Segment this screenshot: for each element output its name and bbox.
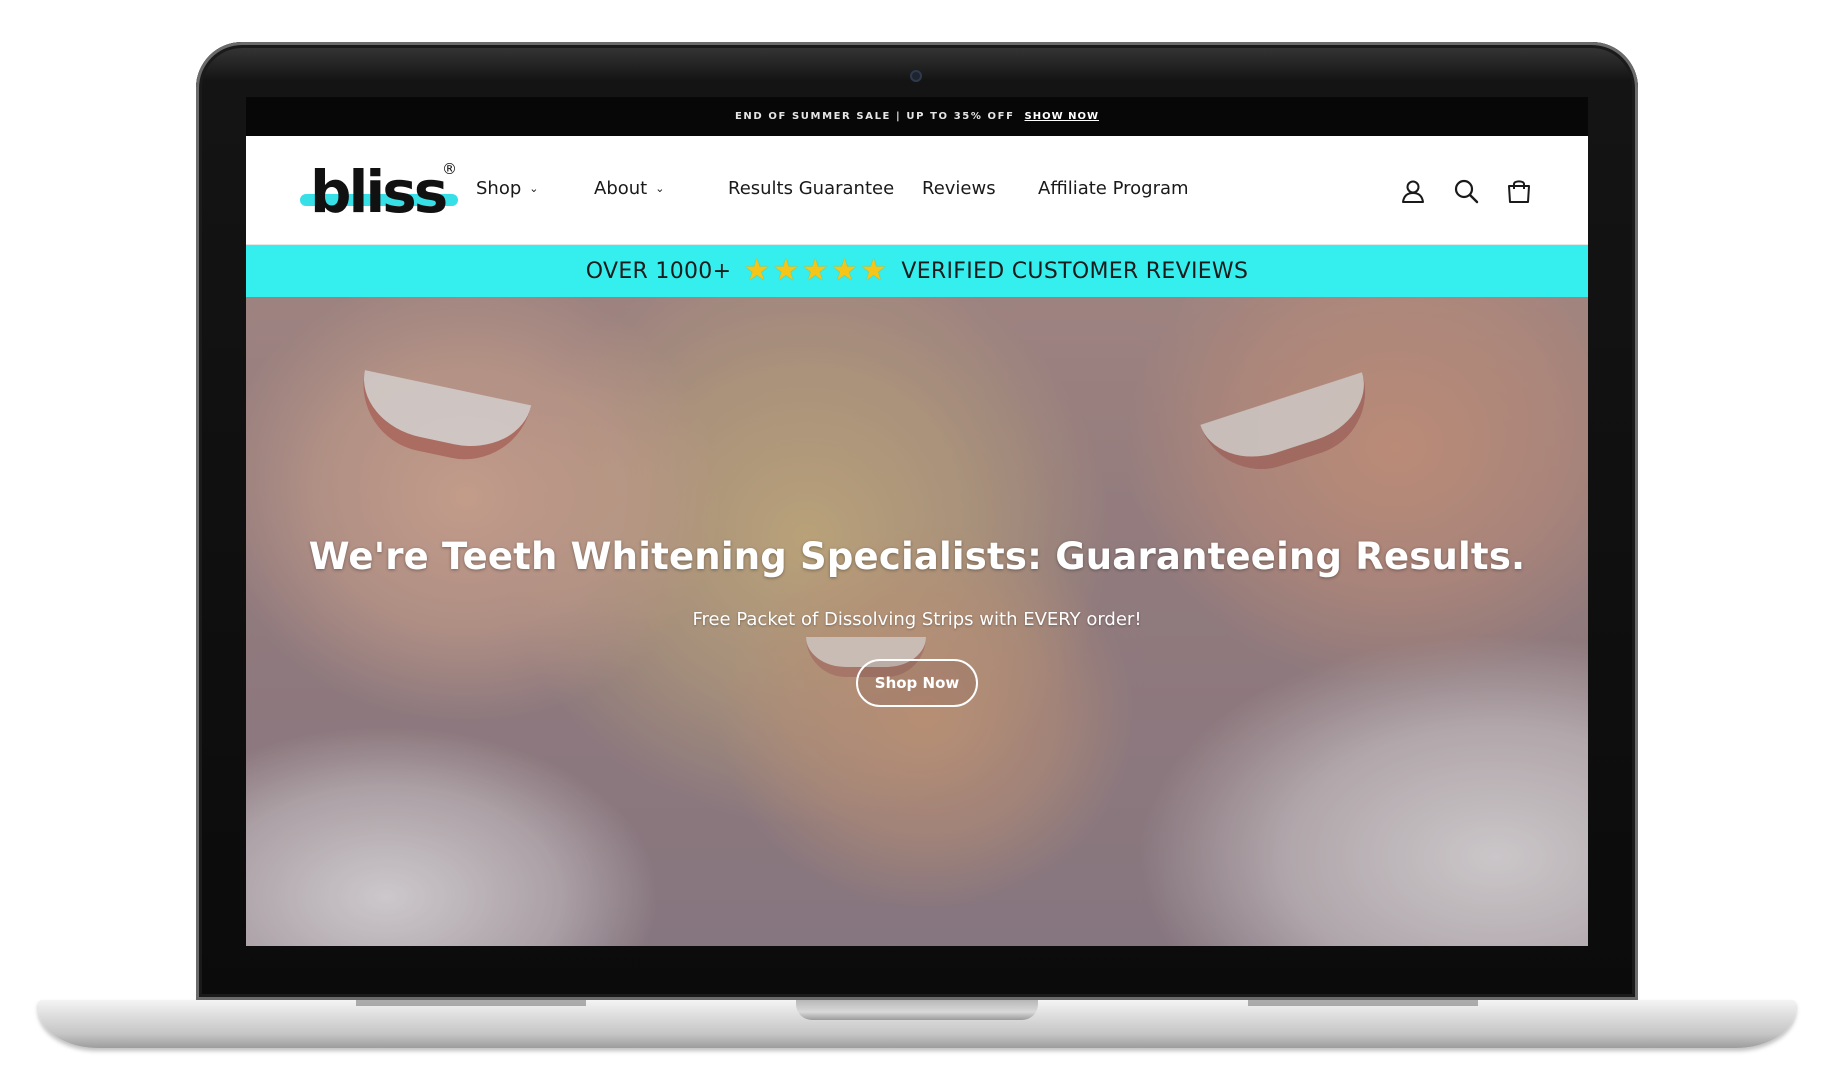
search-icon[interactable]: [1453, 178, 1479, 204]
nav-item-affiliate-program[interactable]: Affiliate Program: [1038, 178, 1189, 199]
star-icon: ★: [830, 253, 859, 288]
laptop-hinge-left: [356, 1000, 586, 1006]
nav-item-shop[interactable]: Shop ⌄: [476, 178, 539, 199]
cart-icon[interactable]: [1506, 178, 1532, 204]
reviews-banner: OVER 1000+ ★ ★ ★ ★ ★ VERIFIED CUSTOMER R…: [246, 245, 1588, 297]
hero-subheadline: Free Packet of Dissolving Strips with EV…: [692, 609, 1142, 630]
hero-banner: We're Teeth Whitening Specialists: Guara…: [246, 297, 1588, 946]
star-icon: ★: [801, 253, 829, 288]
chevron-down-icon: ⌄: [529, 182, 539, 195]
nav-item-label: Shop: [476, 178, 522, 199]
nav-item-label: About: [594, 178, 648, 199]
webcam-icon: [910, 70, 922, 82]
site-header: bliss ® Shop ⌄ About ⌄ Results Guarantee R…: [246, 136, 1588, 245]
laptop-screen: END OF SUMMER SALE | UP TO 35% OFF SHOW …: [246, 97, 1588, 946]
nav-item-results-guarantee[interactable]: Results Guarantee: [728, 178, 894, 199]
star-icon: ★: [743, 253, 771, 288]
bliss-logo[interactable]: bliss ®: [300, 158, 462, 226]
announcement-bar: END OF SUMMER SALE | UP TO 35% OFF SHOW …: [246, 97, 1588, 136]
nav-item-about[interactable]: About ⌄: [594, 178, 664, 199]
star-icon: ★: [772, 253, 800, 288]
reviews-prefix: OVER 1000+: [585, 258, 732, 284]
laptop-hinge-right: [1248, 1000, 1478, 1006]
star-icon: ★: [860, 253, 888, 288]
logo-wordmark: bliss: [310, 158, 448, 226]
shop-now-button[interactable]: Shop Now: [856, 659, 978, 707]
reviews-suffix: VERIFIED CUSTOMER REVIEWS: [901, 258, 1249, 284]
hero-headline: We're Teeth Whitening Specialists: Guara…: [308, 535, 1526, 578]
account-icon[interactable]: [1400, 178, 1426, 204]
announcement-text: END OF SUMMER SALE | UP TO 35% OFF: [735, 111, 1015, 122]
announcement-link[interactable]: SHOW NOW: [1025, 111, 1099, 122]
laptop-opening-notch: [796, 1000, 1038, 1020]
nav-item-reviews[interactable]: Reviews: [922, 178, 996, 199]
registered-mark: ®: [442, 160, 457, 178]
chevron-down-icon: ⌄: [655, 182, 665, 195]
five-star-rating: ★ ★ ★ ★ ★: [743, 256, 889, 286]
